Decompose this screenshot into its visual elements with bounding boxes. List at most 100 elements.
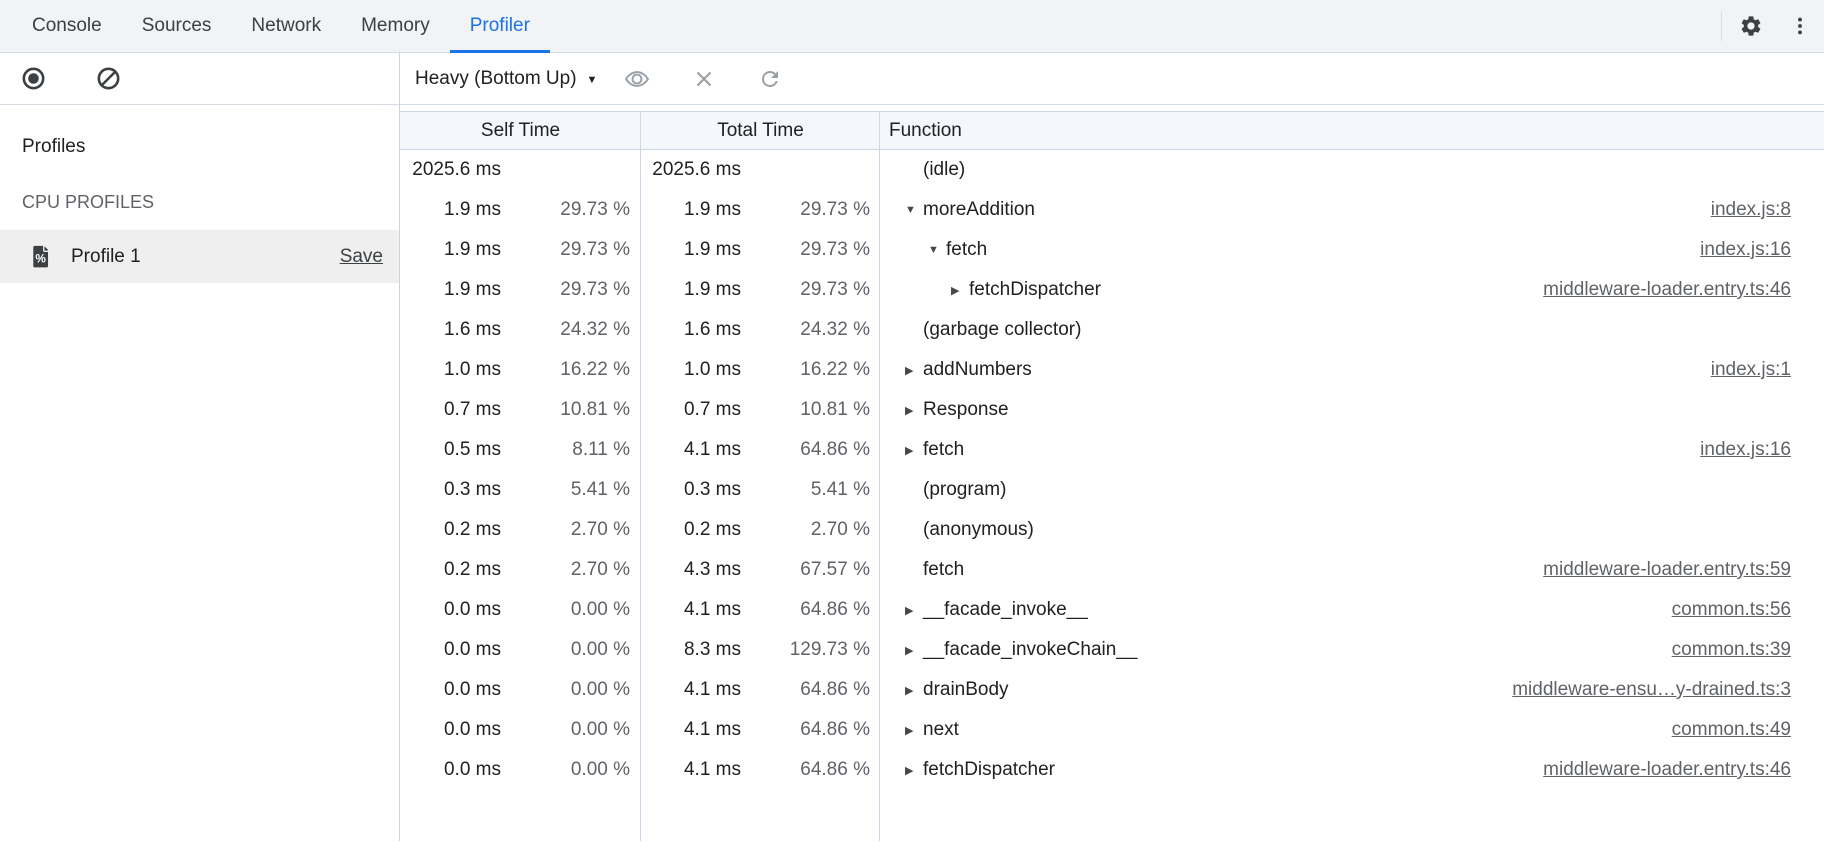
total-time-ms: 4.1 ms — [641, 679, 741, 701]
source-link[interactable]: index.js:8 — [1691, 199, 1791, 221]
total-time-cell: 4.1 ms64.86 % — [641, 439, 880, 461]
self-time-percent: 0.00 % — [501, 679, 630, 701]
table-row[interactable]: 0.3 ms5.41 %0.3 ms5.41 %(program) — [400, 470, 1824, 510]
source-link[interactable]: middleware-ensu…y-drained.ts:3 — [1492, 679, 1791, 701]
function-name: (idle) — [923, 159, 965, 181]
table-row[interactable]: 0.2 ms2.70 %4.3 ms67.57 %fetchmiddleware… — [400, 550, 1824, 590]
expand-arrow-icon[interactable]: ▶ — [905, 724, 923, 737]
view-mode-dropdown[interactable]: Heavy (Bottom Up) ▼ — [415, 68, 597, 90]
profiles-sidebar: Profiles CPU PROFILES % Profile 1 Save — [0, 53, 400, 841]
profile-list-item[interactable]: % Profile 1 Save — [0, 230, 399, 283]
self-time-percent: 5.41 % — [501, 479, 630, 501]
total-time-ms: 0.7 ms — [641, 399, 741, 421]
table-row[interactable]: 0.0 ms0.00 %4.1 ms64.86 %▶__facade_invok… — [400, 590, 1824, 630]
table-row[interactable]: 1.9 ms29.73 %1.9 ms29.73 %▼fetchindex.js… — [400, 230, 1824, 270]
restore-refresh-icon[interactable] — [755, 64, 785, 94]
expand-arrow-icon[interactable]: ▶ — [905, 444, 923, 457]
self-time-cell: 1.6 ms24.32 % — [400, 319, 641, 341]
table-row[interactable]: 0.0 ms0.00 %4.1 ms64.86 %▶fetchDispatche… — [400, 750, 1824, 790]
self-time-cell: 0.3 ms5.41 % — [400, 479, 641, 501]
column-header-function[interactable]: Function — [880, 112, 1824, 149]
expand-arrow-icon[interactable]: ▶ — [905, 604, 923, 617]
total-time-ms: 1.9 ms — [641, 239, 741, 261]
settings-gear-icon[interactable] — [1736, 11, 1766, 41]
total-time-percent: 29.73 % — [741, 239, 870, 261]
table-row[interactable]: 0.7 ms10.81 %0.7 ms10.81 %▶Response — [400, 390, 1824, 430]
column-header-total-time[interactable]: Total Time — [641, 112, 880, 149]
column-header-self-time[interactable]: Self Time — [400, 112, 641, 149]
expand-arrow-icon[interactable]: ▶ — [951, 284, 969, 297]
self-time-percent: 29.73 % — [501, 279, 630, 301]
collapse-arrow-icon[interactable]: ▼ — [905, 204, 923, 216]
tab-profiler[interactable]: Profiler — [450, 0, 550, 52]
source-link[interactable]: middleware-loader.entry.ts:59 — [1523, 559, 1791, 581]
total-time-percent: 24.32 % — [741, 319, 870, 341]
three-dot-menu-icon[interactable] — [1786, 12, 1814, 40]
total-time-ms: 1.0 ms — [641, 359, 741, 381]
function-name: fetch — [946, 239, 987, 261]
source-link[interactable]: index.js:16 — [1680, 239, 1791, 261]
tab-network[interactable]: Network — [231, 0, 341, 52]
function-cell: (garbage collector) — [880, 319, 1824, 341]
table-row[interactable]: 2025.6 ms2025.6 ms(idle) — [400, 150, 1824, 190]
self-time-percent: 10.81 % — [501, 399, 630, 421]
self-time-ms: 0.0 ms — [400, 759, 501, 781]
collapse-arrow-icon[interactable]: ▼ — [928, 244, 946, 256]
self-time-ms: 0.0 ms — [400, 679, 501, 701]
save-profile-link[interactable]: Save — [340, 246, 383, 268]
table-row[interactable]: 1.9 ms29.73 %1.9 ms29.73 %▶fetchDispatch… — [400, 270, 1824, 310]
source-link[interactable]: middleware-loader.entry.ts:46 — [1523, 279, 1791, 301]
function-cell: ▶__facade_invokeChain__common.ts:39 — [880, 639, 1824, 661]
table-row[interactable]: 0.2 ms2.70 %0.2 ms2.70 %(anonymous) — [400, 510, 1824, 550]
total-time-ms: 4.1 ms — [641, 719, 741, 741]
tab-sources[interactable]: Sources — [122, 0, 232, 52]
table-row[interactable]: 0.0 ms0.00 %4.1 ms64.86 %▶nextcommon.ts:… — [400, 710, 1824, 750]
profiler-panel: Profiles CPU PROFILES % Profile 1 Save H… — [0, 53, 1824, 841]
self-time-percent: 24.32 % — [501, 319, 630, 341]
expand-arrow-icon[interactable]: ▶ — [905, 404, 923, 417]
table-row[interactable]: 0.0 ms0.00 %8.3 ms129.73 %▶__facade_invo… — [400, 630, 1824, 670]
self-time-ms: 1.9 ms — [400, 279, 501, 301]
self-time-cell: 0.0 ms0.00 % — [400, 599, 641, 621]
total-time-percent: 67.57 % — [741, 559, 870, 581]
total-time-cell: 4.1 ms64.86 % — [641, 679, 880, 701]
total-time-percent: 5.41 % — [741, 479, 870, 501]
expand-arrow-icon[interactable]: ▶ — [905, 684, 923, 697]
table-row[interactable]: 0.0 ms0.00 %4.1 ms64.86 %▶drainBodymiddl… — [400, 670, 1824, 710]
total-time-percent: 64.86 % — [741, 719, 870, 741]
source-link[interactable]: index.js:1 — [1691, 359, 1791, 381]
profile-name: Profile 1 — [71, 246, 141, 268]
table-row[interactable]: 1.6 ms24.32 %1.6 ms24.32 %(garbage colle… — [400, 310, 1824, 350]
function-name: next — [923, 719, 959, 741]
focus-eye-icon[interactable] — [621, 63, 653, 95]
expand-arrow-icon[interactable]: ▶ — [905, 764, 923, 777]
source-link[interactable]: index.js:16 — [1680, 439, 1791, 461]
clear-icon[interactable] — [92, 62, 125, 95]
devtools-window: Console Sources Network Memory Profiler — [0, 0, 1824, 841]
table-row[interactable]: 1.9 ms29.73 %1.9 ms29.73 %▼moreAdditioni… — [400, 190, 1824, 230]
function-name: moreAddition — [923, 199, 1035, 221]
tab-memory[interactable]: Memory — [341, 0, 450, 52]
source-link[interactable]: common.ts:56 — [1652, 599, 1791, 621]
self-time-ms: 1.0 ms — [400, 359, 501, 381]
total-time-cell: 1.9 ms29.73 % — [641, 199, 880, 221]
source-link[interactable]: common.ts:39 — [1652, 639, 1791, 661]
table-row[interactable]: 0.5 ms8.11 %4.1 ms64.86 %▶fetchindex.js:… — [400, 430, 1824, 470]
svg-text:%: % — [35, 252, 46, 266]
source-link[interactable]: common.ts:49 — [1652, 719, 1791, 741]
total-time-cell: 4.1 ms64.86 % — [641, 599, 880, 621]
data-grid-header: Self Time Total Time Function — [400, 111, 1824, 150]
tab-console[interactable]: Console — [12, 0, 122, 52]
total-time-ms: 1.6 ms — [641, 319, 741, 341]
record-icon[interactable] — [17, 62, 50, 95]
self-time-ms: 0.2 ms — [400, 559, 501, 581]
total-time-cell: 1.0 ms16.22 % — [641, 359, 880, 381]
function-cell: ▶addNumbersindex.js:1 — [880, 359, 1824, 381]
source-link[interactable]: middleware-loader.entry.ts:46 — [1523, 759, 1791, 781]
data-grid-body: 2025.6 ms2025.6 ms(idle)1.9 ms29.73 %1.9… — [400, 150, 1824, 790]
total-time-cell: 0.2 ms2.70 % — [641, 519, 880, 541]
expand-arrow-icon[interactable]: ▶ — [905, 364, 923, 377]
expand-arrow-icon[interactable]: ▶ — [905, 644, 923, 657]
table-row[interactable]: 1.0 ms16.22 %1.0 ms16.22 %▶addNumbersind… — [400, 350, 1824, 390]
exclude-x-icon[interactable] — [689, 64, 719, 94]
